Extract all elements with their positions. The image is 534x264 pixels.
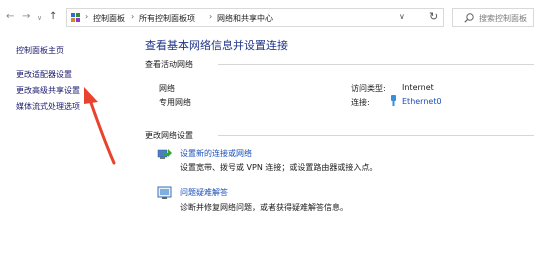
annotation-arrow [84, 87, 116, 165]
